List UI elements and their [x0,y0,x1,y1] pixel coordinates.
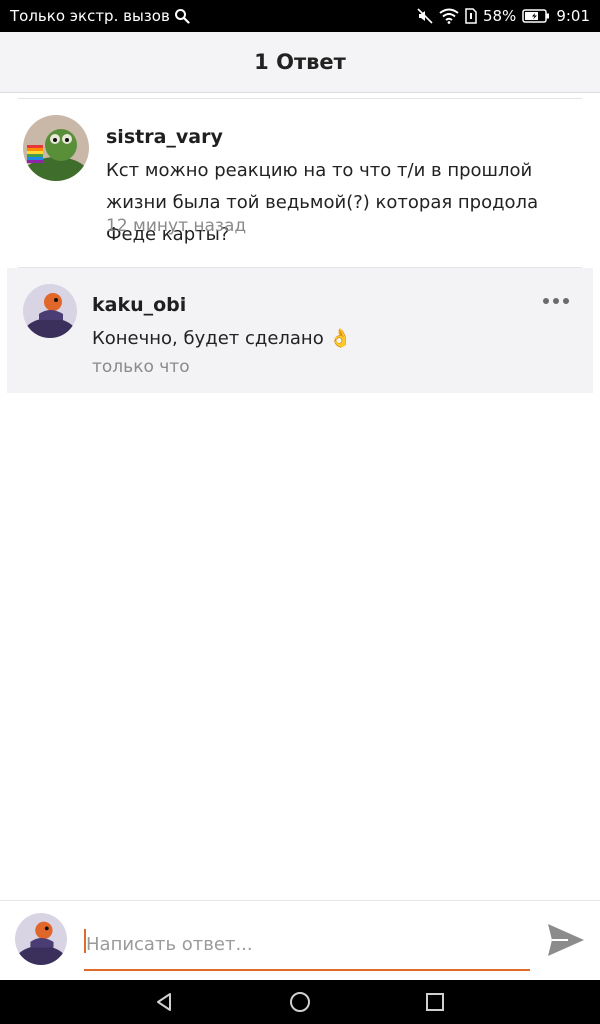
page-header: 1 Ответ [0,32,600,93]
back-button[interactable] [144,986,184,1018]
search-icon [174,8,190,24]
status-bar: Только экстр. вызов 58% 9:01 [0,0,600,32]
reply-input-bar [0,900,600,981]
divider [18,98,582,99]
mute-icon [417,8,433,24]
battery-percent: 58% [482,7,517,25]
sim-icon [465,8,477,24]
back-icon [157,993,171,1011]
reply-username[interactable]: kaku_obi [92,294,186,316]
page-title: 1 Ответ [254,50,346,74]
send-icon [548,924,584,956]
text-caret [84,929,86,953]
home-icon [290,992,310,1012]
reply-input[interactable] [84,919,530,971]
home-button[interactable] [280,986,320,1018]
send-button[interactable] [544,918,588,962]
recents-icon [426,993,444,1011]
reply-item[interactable]: kaku_obi Конечно, будет сделано 👌 только… [7,268,593,393]
reply-time: только что [92,357,190,377]
reply-text: Конечно, будет сделано 👌 [92,328,352,349]
comment-username[interactable]: sistra_vary [106,126,223,148]
avatar[interactable] [23,284,77,338]
clock: 9:01 [556,7,590,25]
recents-button[interactable] [415,986,455,1018]
more-options-icon[interactable] [543,298,569,304]
replies-thread: sistra_vary Кст можно реакцию на то что … [0,93,600,899]
comment-text: Кст можно реакцию на то что т/и в прошло… [106,160,539,245]
avatar[interactable] [23,115,89,181]
carrier-text: Только экстр. вызов [10,7,170,25]
navigation-bar [0,980,600,1024]
user-avatar [15,913,67,965]
battery-icon [522,9,550,23]
wifi-icon [439,8,459,24]
comment-time: 12 минут назад [106,216,247,236]
